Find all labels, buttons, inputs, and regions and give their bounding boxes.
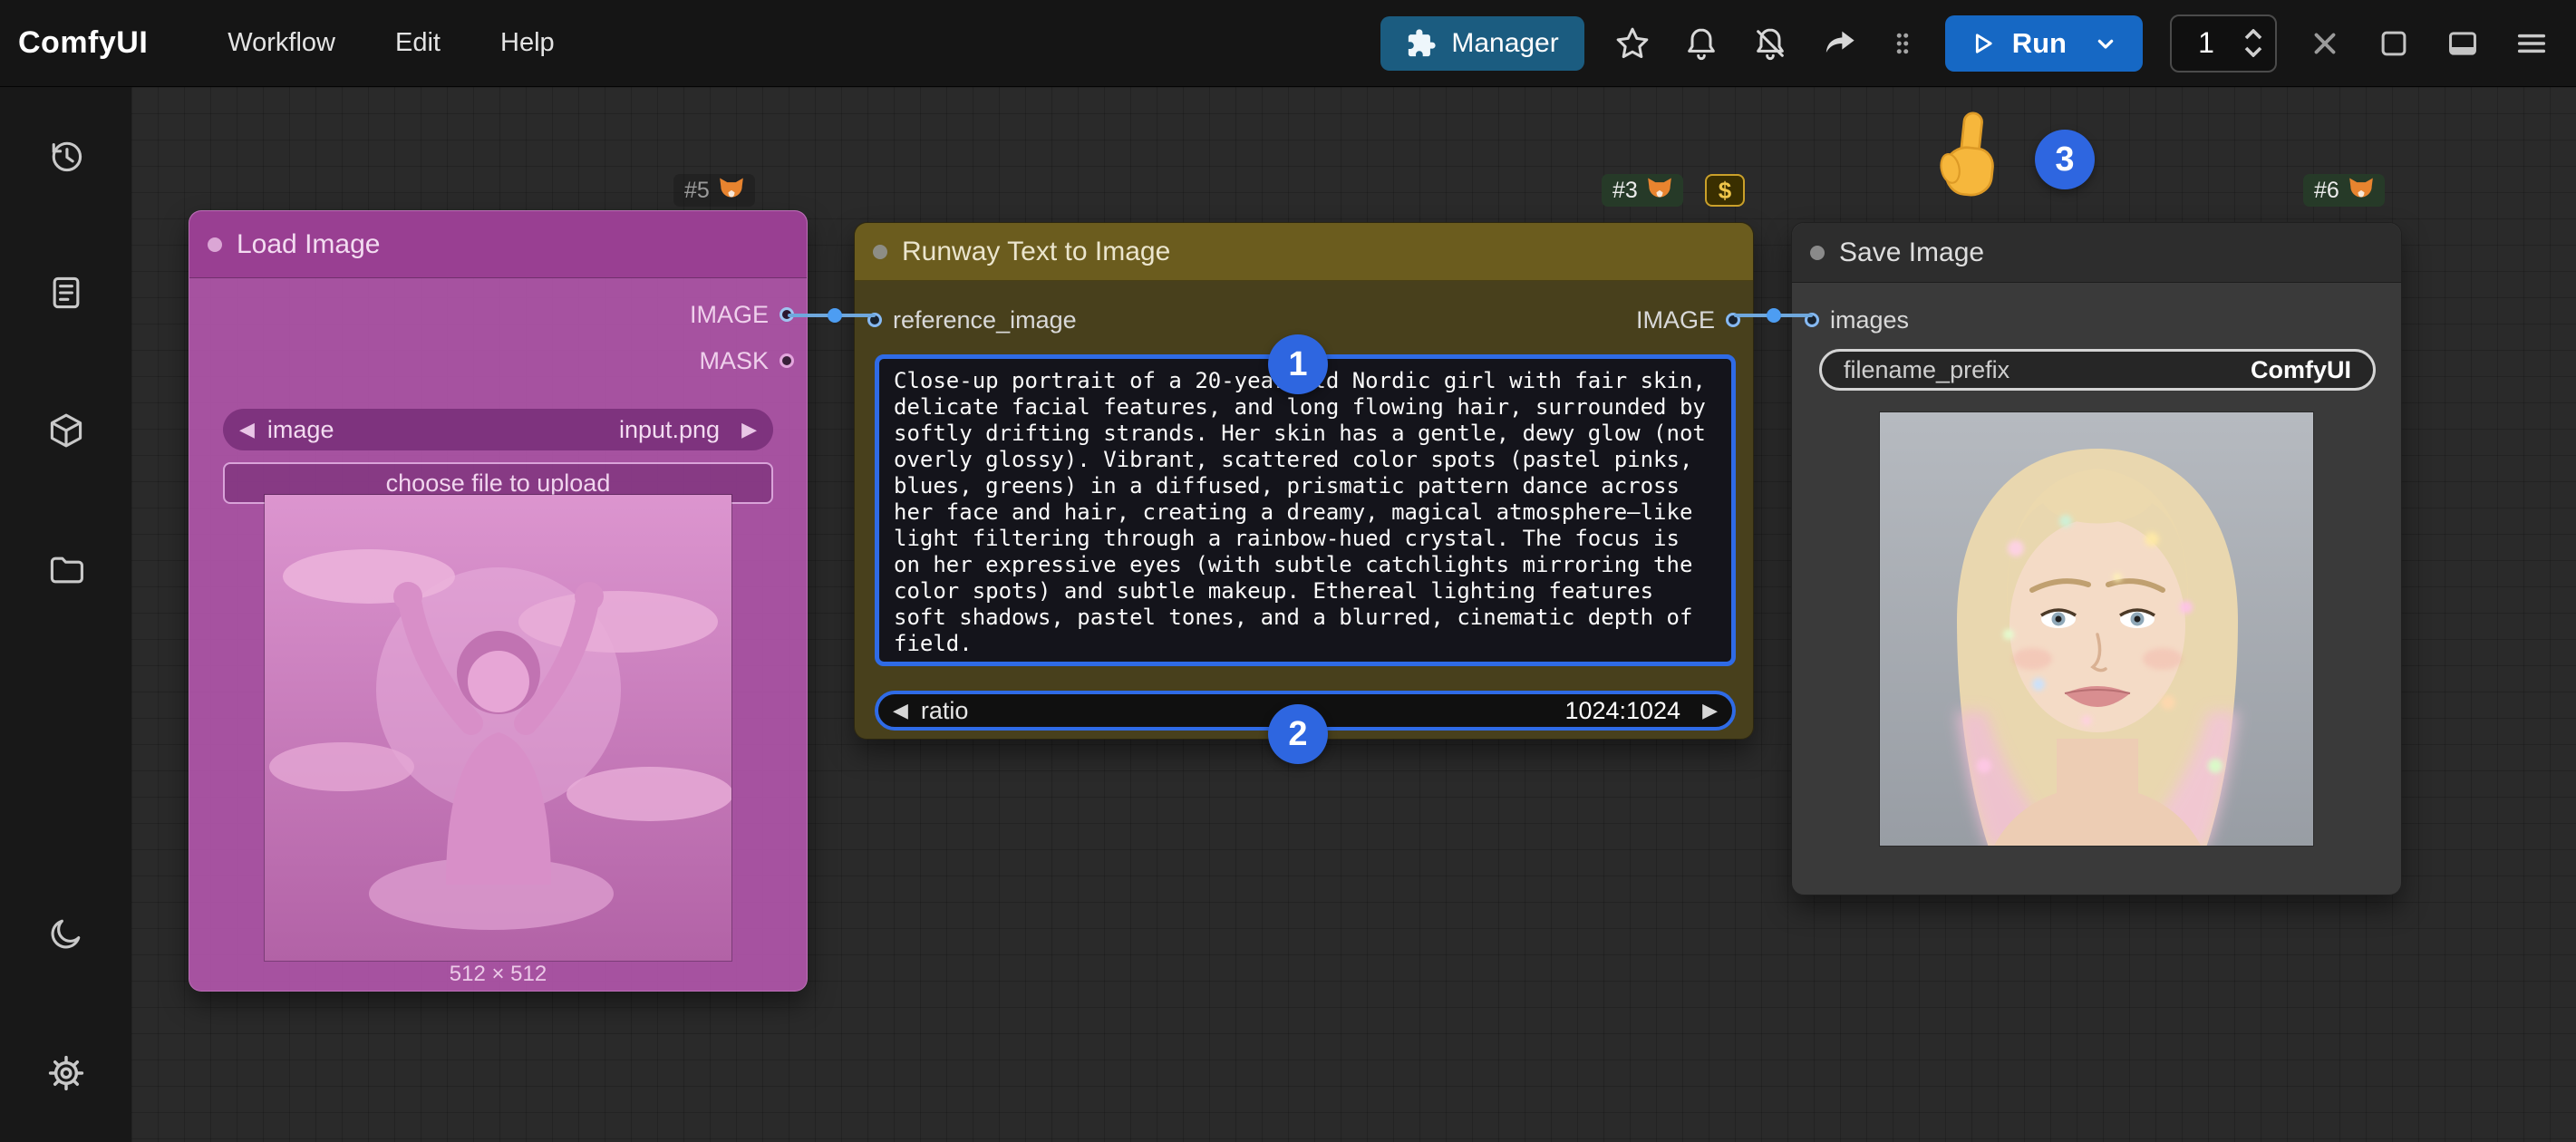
node-id-badge: #6 <box>2303 174 2385 207</box>
node-id-label: #3 <box>1612 178 1638 204</box>
node-id-label: #6 <box>2314 178 2339 204</box>
theme-moon-icon[interactable] <box>45 913 87 954</box>
node-title: Load Image <box>237 229 380 260</box>
slot-label: IMAGE <box>690 301 769 329</box>
output-slot-image[interactable]: IMAGE <box>1636 306 1740 334</box>
widget-value: ComfyUI <box>2251 356 2351 384</box>
step-annotation-3: 3 <box>2035 130 2095 189</box>
node-header[interactable]: Save Image <box>1792 223 2401 283</box>
settings-gear-icon[interactable] <box>45 1052 87 1094</box>
link-dot <box>828 308 842 323</box>
drag-handle-icon[interactable] <box>1887 23 1918 64</box>
manager-button[interactable]: Manager <box>1380 16 1583 71</box>
node-id-badge: #5 <box>673 174 755 207</box>
chevron-up-icon <box>2244 29 2262 40</box>
node-title: Save Image <box>1839 237 1984 268</box>
menu-edit[interactable]: Edit <box>395 28 441 58</box>
node-save-image[interactable]: Save Image images filename_prefix ComfyU… <box>1791 222 2402 895</box>
bottom-panel-icon[interactable] <box>2442 23 2484 64</box>
link-dot <box>1767 308 1781 323</box>
app-logo: ComfyUI <box>18 25 148 61</box>
play-icon <box>1967 28 1998 59</box>
menu-workflow[interactable]: Workflow <box>228 28 335 58</box>
close-icon[interactable] <box>2304 23 2346 64</box>
step-annotation-1: 1 <box>1268 334 1328 394</box>
image-combo-widget[interactable]: ◀ image input.png ▶ <box>223 409 773 450</box>
node-id-label: #5 <box>684 178 710 204</box>
workflows-folder-icon[interactable] <box>45 549 87 591</box>
prev-arrow-icon[interactable]: ◀ <box>239 420 255 440</box>
node-id-badge: #3 <box>1602 174 1683 207</box>
combo-label: image <box>267 416 606 444</box>
bell-alt-icon[interactable] <box>1749 23 1791 64</box>
topbar: ComfyUI Workflow Edit Help Manager <box>0 0 2576 87</box>
collapse-dot[interactable] <box>873 245 887 259</box>
prev-arrow-icon[interactable]: ◀ <box>893 701 908 721</box>
chevron-down-small-icon <box>2244 46 2262 57</box>
stepper-arrows[interactable] <box>2244 29 2262 57</box>
filename-prefix-widget[interactable]: filename_prefix ComfyUI <box>1819 349 2376 391</box>
node-graph-canvas[interactable]: #5 #3 $ #6 Load Image IMAGE MASK <box>131 87 2576 1142</box>
comfyui-window: ComfyUI Workflow Edit Help Manager <box>0 0 2576 1142</box>
combo-label: ratio <box>921 697 1553 725</box>
chevron-down-icon[interactable] <box>2090 28 2121 59</box>
model-library-icon[interactable] <box>45 410 87 451</box>
maximize-icon[interactable] <box>2373 23 2415 64</box>
prompt-textarea[interactable]: Close-up portrait of a 20-year-old Nordi… <box>875 354 1736 666</box>
star-icon[interactable] <box>1612 23 1653 64</box>
slot-label: images <box>1830 306 1909 334</box>
image-resolution-label: 512 × 512 <box>189 962 807 987</box>
puzzle-icon <box>1406 28 1437 59</box>
run-button[interactable]: Run <box>1945 15 2143 72</box>
output-slot-dot[interactable] <box>780 353 794 368</box>
queue-count-stepper[interactable]: 1 <box>2170 15 2277 73</box>
node-library-icon[interactable] <box>45 272 87 314</box>
left-sidebar <box>0 87 131 1142</box>
widget-label: filename_prefix <box>1844 356 2251 384</box>
generated-image-preview <box>1879 411 2314 847</box>
menu-help[interactable]: Help <box>500 28 555 58</box>
node-header[interactable]: Runway Text to Image <box>855 223 1753 281</box>
input-slot-reference-image[interactable]: reference_image <box>867 306 1077 334</box>
node-header[interactable]: Load Image <box>189 211 807 278</box>
fox-icon <box>719 177 744 205</box>
input-slot-images[interactable]: images <box>1805 306 1909 334</box>
queue-count-value: 1 <box>2181 26 2232 60</box>
pointing-hand-icon <box>1931 106 2006 208</box>
dollar-sign: $ <box>1719 177 1731 205</box>
node-load-image[interactable]: Load Image IMAGE MASK ◀ image input.png … <box>189 210 808 992</box>
fox-icon <box>1647 177 1672 205</box>
api-cost-badge: $ <box>1705 174 1745 207</box>
bell-icon[interactable] <box>1680 23 1722 64</box>
hamburger-menu-icon[interactable] <box>2511 23 2552 64</box>
next-arrow-icon[interactable]: ▶ <box>741 420 757 440</box>
run-label: Run <box>2012 27 2067 60</box>
step-annotation-2: 2 <box>1268 704 1328 764</box>
share-icon[interactable] <box>1818 23 1860 64</box>
next-arrow-icon[interactable]: ▶ <box>1702 701 1718 721</box>
topbar-actions: Manager Run <box>1380 15 2552 73</box>
manager-label: Manager <box>1451 28 1558 59</box>
slot-label: IMAGE <box>1636 306 1715 334</box>
output-slot-image[interactable]: IMAGE <box>690 301 794 328</box>
combo-value: 1024:1024 <box>1564 697 1680 725</box>
slot-label: reference_image <box>893 306 1077 334</box>
fox-icon <box>2348 177 2374 205</box>
node-runway-text-to-image[interactable]: Runway Text to Image reference_image IMA… <box>854 222 1754 740</box>
output-slot-mask[interactable]: MASK <box>699 347 794 374</box>
collapse-dot[interactable] <box>1810 246 1825 260</box>
node-title: Runway Text to Image <box>902 237 1170 267</box>
history-icon[interactable] <box>45 135 87 177</box>
combo-value: input.png <box>619 416 720 444</box>
input-image-preview <box>264 494 732 962</box>
slot-label: MASK <box>699 347 769 375</box>
collapse-dot[interactable] <box>208 237 222 252</box>
